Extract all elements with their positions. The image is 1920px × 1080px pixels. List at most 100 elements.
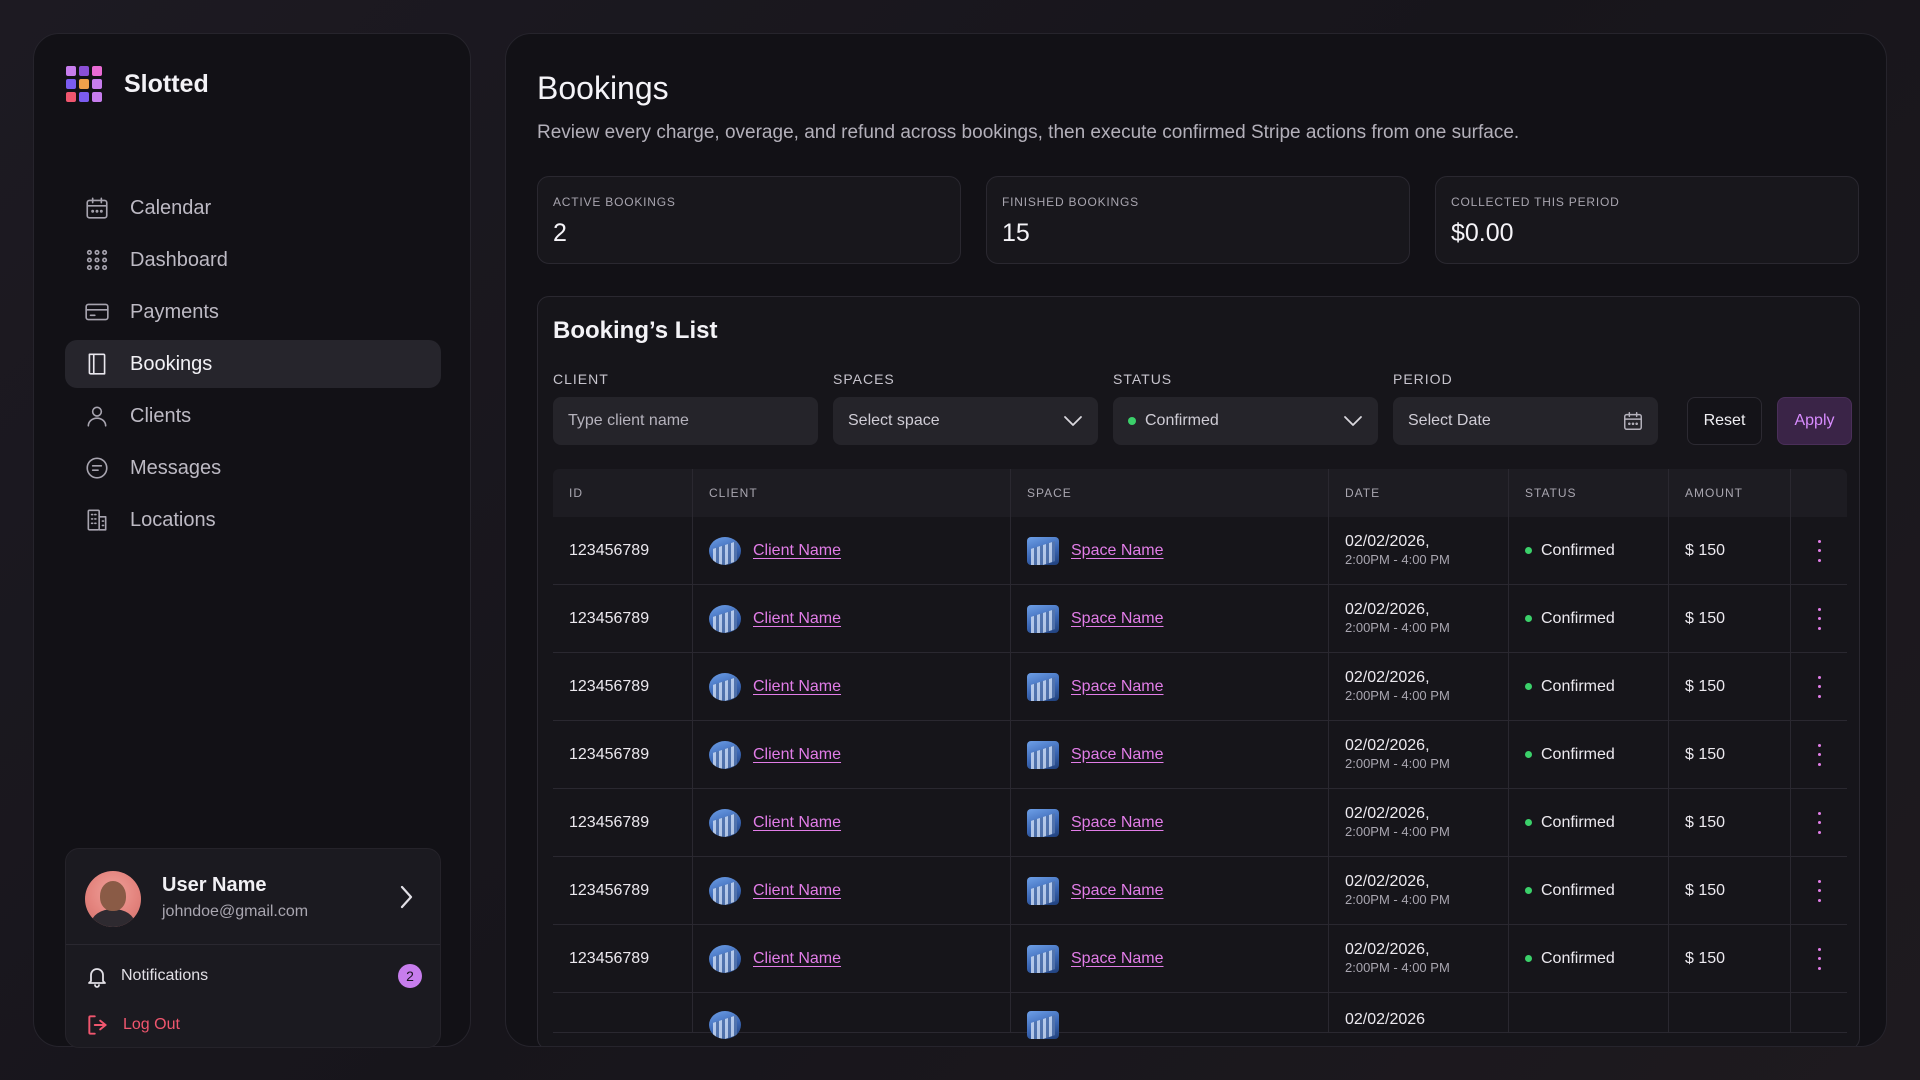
status-dot xyxy=(1128,417,1136,425)
column-header-client[interactable]: CLIENT xyxy=(693,469,1011,517)
book-icon xyxy=(84,351,110,377)
column-header-amount[interactable]: AMOUNT xyxy=(1669,469,1791,517)
booking-date: 02/02/2026, xyxy=(1345,736,1430,754)
logo-square xyxy=(92,79,102,89)
sidebar-item-calendar[interactable]: Calendar xyxy=(65,184,441,232)
space-link[interactable]: Space Name xyxy=(1071,814,1164,832)
column-header-status[interactable]: STATUS xyxy=(1509,469,1669,517)
status-select-value: Confirmed xyxy=(1145,412,1219,429)
booking-id: 123456789 xyxy=(553,652,693,721)
table-row[interactable]: 123456789 Client Name Space Name 02/02/2026… xyxy=(553,584,1847,653)
client-link[interactable]: Client Name xyxy=(753,950,841,968)
sidebar-item-messages[interactable]: Messages xyxy=(65,444,441,492)
status-cell: Confirmed xyxy=(1509,720,1669,789)
brand[interactable]: Slotted xyxy=(66,66,209,102)
sidebar-item-clients[interactable]: Clients xyxy=(65,392,441,440)
logo-square xyxy=(66,92,76,102)
client-avatar xyxy=(709,1010,741,1039)
more-options-icon[interactable] xyxy=(1816,947,1822,970)
table-row[interactable]: 123456789 Client Name Space Name 02/02/2026… xyxy=(553,788,1847,857)
more-options-icon[interactable] xyxy=(1816,743,1822,766)
sidebar-item-dashboard[interactable]: Dashboard xyxy=(65,236,441,284)
client-link[interactable]: Client Name xyxy=(753,542,841,560)
booking-time: 2:00PM - 4:00 PM xyxy=(1345,891,1450,907)
user-name: User Name xyxy=(162,874,267,896)
date-cell: 02/02/2026, 2:00PM - 4:00 PM xyxy=(1329,652,1509,721)
column-header-date[interactable]: DATE xyxy=(1329,469,1509,517)
chevron-down-icon xyxy=(1064,416,1082,426)
status-label: Confirmed xyxy=(1541,881,1615,899)
column-header-id[interactable]: ID xyxy=(553,469,693,517)
stat-value: 2 xyxy=(553,219,567,247)
main-panel: Bookings Review every charge, overage, a… xyxy=(505,33,1887,1047)
status-select[interactable]: Confirmed xyxy=(1113,397,1378,445)
apply-button[interactable]: Apply xyxy=(1777,397,1852,445)
client-search-input[interactable]: Type client name xyxy=(553,397,818,445)
client-link[interactable]: Client Name xyxy=(753,610,841,628)
space-link[interactable]: Space Name xyxy=(1071,950,1164,968)
table-row[interactable]: 123456789 Client Name Space Name 02/02/2026… xyxy=(553,720,1847,789)
stat-value: 15 xyxy=(1002,219,1030,247)
period-date-picker[interactable]: Select Date xyxy=(1393,397,1658,445)
client-link[interactable]: Client Name xyxy=(753,882,841,900)
space-cell: Space Name xyxy=(1011,516,1329,585)
space-link[interactable]: Space Name xyxy=(1071,678,1164,696)
space-link[interactable]: Space Name xyxy=(1071,882,1164,900)
logo-square xyxy=(66,66,76,76)
period-filter-label: PERIOD xyxy=(1393,371,1453,387)
client-cell: Client Name xyxy=(693,720,1011,789)
more-options-icon[interactable] xyxy=(1816,879,1822,902)
actions-cell xyxy=(1791,857,1847,925)
period-value: Select Date xyxy=(1408,412,1491,429)
table-row[interactable]: 123456789 Client Name Space Name 02/02/2026… xyxy=(553,924,1847,993)
more-options-icon[interactable] xyxy=(1816,675,1822,698)
table-row[interactable]: 02/02/2026 xyxy=(553,992,1847,1039)
sidebar-item-bookings[interactable]: Bookings xyxy=(65,340,441,388)
client-link[interactable]: Client Name xyxy=(753,678,841,696)
stat-card: FINISHED BOOKINGS 15 xyxy=(986,176,1410,264)
more-options-icon[interactable] xyxy=(1816,539,1822,562)
notifications-item[interactable]: Notifications 2 xyxy=(85,964,422,988)
client-cell: Client Name xyxy=(693,856,1011,925)
amount: $ 150 xyxy=(1669,856,1791,925)
client-avatar xyxy=(709,536,741,565)
table-row[interactable]: 123456789 Client Name Space Name 02/02/2026… xyxy=(553,856,1847,925)
space-link[interactable]: Space Name xyxy=(1071,746,1164,764)
space-cell: Space Name xyxy=(1011,584,1329,653)
table-row[interactable]: 123456789 Client Name Space Name 02/02/2026… xyxy=(553,652,1847,721)
client-avatar xyxy=(709,876,741,905)
space-link[interactable]: Space Name xyxy=(1071,542,1164,560)
space-link[interactable]: Space Name xyxy=(1071,610,1164,628)
sidebar-item-payments[interactable]: Payments xyxy=(65,288,441,336)
page-title: Bookings xyxy=(537,70,669,106)
booking-id: 123456789 xyxy=(553,720,693,789)
status-dot xyxy=(1525,547,1532,554)
stat-label: COLLECTED THIS PERIOD xyxy=(1451,195,1620,209)
booking-id: 123456789 xyxy=(553,924,693,993)
status-label: Confirmed xyxy=(1541,609,1615,627)
logo-square xyxy=(92,66,102,76)
table-row[interactable]: 123456789 Client Name Space Name 02/02/2026… xyxy=(553,516,1847,585)
sidebar-item-locations[interactable]: Locations xyxy=(65,496,441,544)
space-thumbnail xyxy=(1027,604,1059,633)
chevron-right-icon[interactable] xyxy=(394,883,418,911)
message-icon xyxy=(84,455,110,481)
status-label: Confirmed xyxy=(1541,745,1615,763)
client-link[interactable]: Client Name xyxy=(753,746,841,764)
more-options-icon[interactable] xyxy=(1816,607,1822,630)
spaces-select[interactable]: Select space xyxy=(833,397,1098,445)
logo-square xyxy=(92,92,102,102)
notifications-badge: 2 xyxy=(398,964,422,988)
booking-time: 2:00PM - 4:00 PM xyxy=(1345,551,1450,567)
column-header-space[interactable]: SPACE xyxy=(1011,469,1329,517)
more-options-icon[interactable] xyxy=(1816,811,1822,834)
space-thumbnail xyxy=(1027,876,1059,905)
space-cell: Space Name xyxy=(1011,788,1329,857)
bookings-list-panel: Booking’s List CLIENT Type client name S… xyxy=(537,296,1860,1046)
client-link[interactable]: Client Name xyxy=(753,814,841,832)
date-cell: 02/02/2026, 2:00PM - 4:00 PM xyxy=(1329,584,1509,653)
column-header-actions xyxy=(1791,469,1847,517)
user-profile[interactable]: User Name johndoe@gmail.com xyxy=(66,849,440,945)
logout-button[interactable]: Log Out xyxy=(85,1012,180,1038)
reset-button[interactable]: Reset xyxy=(1687,397,1762,445)
